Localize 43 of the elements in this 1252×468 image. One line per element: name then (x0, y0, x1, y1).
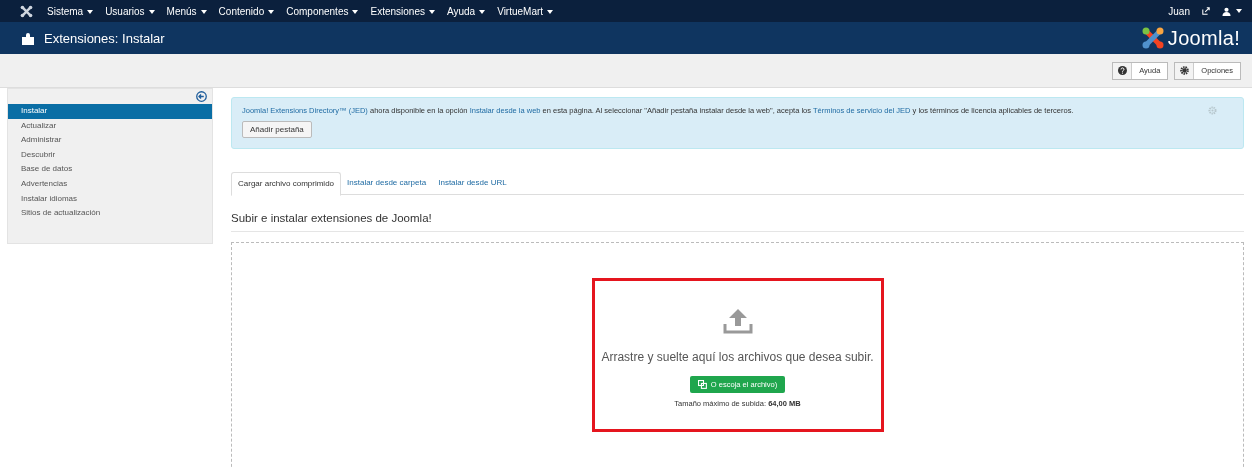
joomla-logo-icon[interactable] (20, 4, 33, 18)
user-icon[interactable] (1222, 6, 1231, 16)
copy-icon (697, 380, 707, 389)
sidebar-item[interactable]: Advertencias (8, 176, 212, 192)
menu-item[interactable]: VirtueMart (497, 5, 554, 17)
caret-icon (200, 9, 207, 14)
sidebar-item[interactable]: Instalar idiomas (8, 191, 212, 207)
tab[interactable]: Instalar desde URL (432, 172, 513, 194)
caret-icon (479, 9, 486, 14)
menu-item[interactable]: Ayuda (446, 5, 486, 17)
menu-item[interactable]: Componentes (286, 5, 359, 17)
caret-icon (352, 9, 359, 14)
sidebar-item[interactable]: Instalar (8, 104, 212, 119)
caret-icon (428, 9, 435, 14)
logo-text: Joomla! (1167, 26, 1240, 50)
user-name[interactable]: Juan (1168, 5, 1190, 17)
sidebar-item[interactable]: Sitios de actualización (8, 206, 212, 221)
page-title: Extensiones: Instalar (44, 30, 165, 46)
tab[interactable]: Instalar desde carpeta (341, 172, 433, 194)
menu-item[interactable]: Sistema (47, 5, 94, 17)
menu-item[interactable]: Menús (166, 5, 207, 17)
caret-icon (547, 9, 554, 14)
drop-message: Arrastre y suelte aquí los archivos que desea subir. (601, 350, 874, 364)
caret-icon (87, 9, 94, 14)
menu-item[interactable]: Contenido (218, 5, 275, 17)
add-tab-button[interactable]: Añadir pestaña (242, 121, 312, 138)
caret-icon (268, 9, 275, 14)
upload-icon (722, 308, 753, 334)
help-icon (1117, 66, 1127, 75)
sidebar-item[interactable]: Base de datos (8, 162, 212, 177)
menu-item[interactable]: Extensiones (370, 5, 435, 17)
sidebar-item[interactable]: Actualizar (8, 118, 212, 134)
caret-icon[interactable] (1236, 9, 1242, 13)
sidebar-item[interactable]: Administrar (8, 133, 212, 148)
section-title: Subir e instalar extensiones de Joomla! (231, 212, 1244, 232)
joomla-logo-icon (1140, 26, 1165, 50)
settings-icon (1179, 66, 1189, 75)
menu-item[interactable]: Usuarios (105, 5, 155, 17)
collapse-icon[interactable] (196, 91, 207, 102)
sidebar-item[interactable]: Descubrir (8, 147, 212, 163)
external-link-icon (1202, 7, 1210, 15)
caret-icon (148, 9, 155, 14)
tab[interactable]: Cargar archivo comprimido (231, 172, 342, 196)
